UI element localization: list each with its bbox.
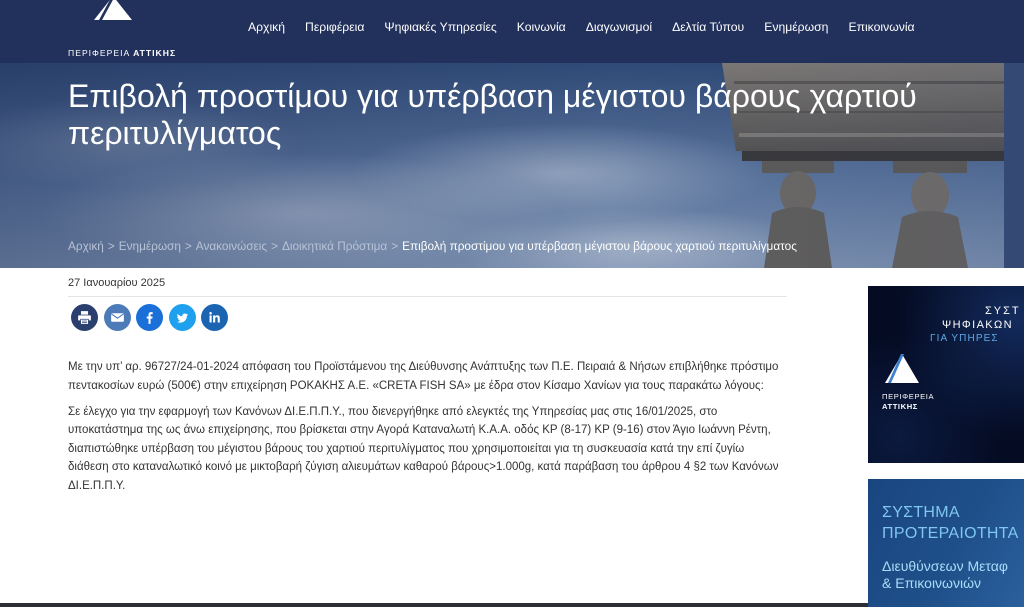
- site-logo[interactable]: ΠΕΡΙΦΕΡΕΙΑ ΑΤΤΙΚΗΣ: [66, 0, 200, 63]
- nav-item-news[interactable]: Ενημέρωση: [764, 19, 828, 35]
- linkedin-icon: [209, 311, 220, 323]
- article-paragraph: Με την υπ’ αρ. 96727/24-01-2024 απόφαση …: [68, 361, 779, 392]
- nav-item-region[interactable]: Περιφέρεια: [305, 19, 364, 35]
- share-print-button[interactable]: [71, 304, 98, 331]
- banner-subtitle-line: Διευθύνσεων Μεταφ: [882, 558, 1008, 574]
- nav-item-tenders[interactable]: Διαγωνισμοί: [586, 19, 652, 35]
- share-facebook-button[interactable]: [136, 304, 163, 331]
- main-nav: Αρχική Περιφέρεια Ψηφιακές Υπηρεσίες Κοι…: [248, 19, 915, 35]
- breadcrumb-announcements[interactable]: Ανακοινώσεις: [196, 239, 267, 253]
- share-email-button[interactable]: [103, 304, 131, 331]
- facebook-icon: [146, 312, 153, 324]
- logo-text-periferia: ΠΕΡΙΦΕΡΕΙΑ: [68, 48, 130, 58]
- banner-text-line: ΨΗΦΙΑΚΩΝ: [942, 319, 1014, 331]
- digital-systems-banner[interactable]: ΣΥΣΤ ΨΗΦΙΑΚΩΝ ΓΙΑ ΥΠΗΡΕΣ ΠΕΡΙΦΕΡΕΙΑ ΑΤΤΙ…: [868, 286, 1024, 463]
- twitter-icon: [176, 313, 188, 323]
- priority-system-banner[interactable]: ΣΥΣΤΗΜΑ ΠΡΟΤΕΡΑΙΟΤΗΤΑ Διευθύνσεων Μεταφ …: [868, 479, 1024, 607]
- print-icon: [78, 311, 91, 324]
- banner-text-line: ΣΥΣΤ: [985, 305, 1021, 317]
- nav-item-home[interactable]: Αρχική: [248, 19, 285, 35]
- banner-title-line: ΠΡΟΤΕΡΑΙΟΤΗΤΑ: [882, 525, 1019, 542]
- breadcrumb-separator: >: [184, 239, 192, 253]
- page-title: Επιβολή προστίμου για υπέρβαση μέγιστου …: [68, 78, 917, 151]
- breadcrumb-separator: >: [391, 239, 399, 253]
- attica-logo-icon: [94, 0, 132, 20]
- nav-item-society[interactable]: Κοινωνία: [517, 19, 566, 35]
- article-body: Με την υπ’ αρ. 96727/24-01-2024 απόφαση …: [68, 358, 786, 503]
- hero-banner: Επιβολή προστίμου για υπέρβαση μέγιστου …: [0, 63, 1024, 268]
- nav-item-digital-services[interactable]: Ψηφιακές Υπηρεσίες: [384, 19, 496, 35]
- breadcrumb-news[interactable]: Ενημέρωση: [119, 239, 181, 253]
- breadcrumb-separator: >: [271, 239, 278, 253]
- banner-logo-text: ΑΤΤΙΚΗΣ: [882, 402, 918, 411]
- breadcrumb-separator: >: [107, 239, 115, 253]
- breadcrumb: Αρχική > Ενημέρωση > Ανακοινώσεις > Διοικητικά…: [68, 238, 797, 254]
- share-bar: [71, 304, 228, 331]
- nav-item-press-releases[interactable]: Δελτία Τύπου: [672, 19, 744, 35]
- breadcrumb-home[interactable]: Αρχική: [68, 239, 104, 253]
- banner-logo-text: ΠΕΡΙΦΕΡΕΙΑ: [882, 392, 935, 401]
- logo-wordmark: ΠΕΡΙΦΕΡΕΙΑ ΑΤΤΙΚΗΣ: [68, 48, 176, 58]
- breadcrumb-administrative-fines[interactable]: Διοικητικά Πρόστιμα: [282, 239, 387, 253]
- breadcrumb-current: Επιβολή προστίμου για υπέρβαση μέγιστου …: [402, 239, 797, 253]
- logo-text-attikis: ΑΤΤΙΚΗΣ: [133, 48, 177, 58]
- share-linkedin-button[interactable]: [201, 304, 228, 331]
- article-paragraph: Σε έλεγχο για την εφαρμογή των Κανόνων Δ…: [68, 405, 779, 492]
- banner-subtitle-line: & Επικοινωνιών: [882, 575, 982, 591]
- banner-text-line: ΓΙΑ ΥΠΗΡΕΣ: [930, 333, 999, 344]
- divider: [68, 296, 787, 297]
- site-header: ΠΕΡΙΦΕΡΕΙΑ ΑΤΤΙΚΗΣ Αρχική Περιφέρεια Ψηφ…: [0, 0, 1024, 63]
- footer-strip: [0, 603, 868, 607]
- share-twitter-button[interactable]: [168, 304, 196, 331]
- email-icon: [110, 313, 124, 322]
- nav-item-contact[interactable]: Επικοινωνία: [848, 19, 914, 35]
- banner-title-line: ΣΥΣΤΗΜΑ: [882, 504, 960, 521]
- article-date: 27 Ιανουαρίου 2025: [68, 277, 166, 289]
- attica-logo-icon: [885, 354, 919, 383]
